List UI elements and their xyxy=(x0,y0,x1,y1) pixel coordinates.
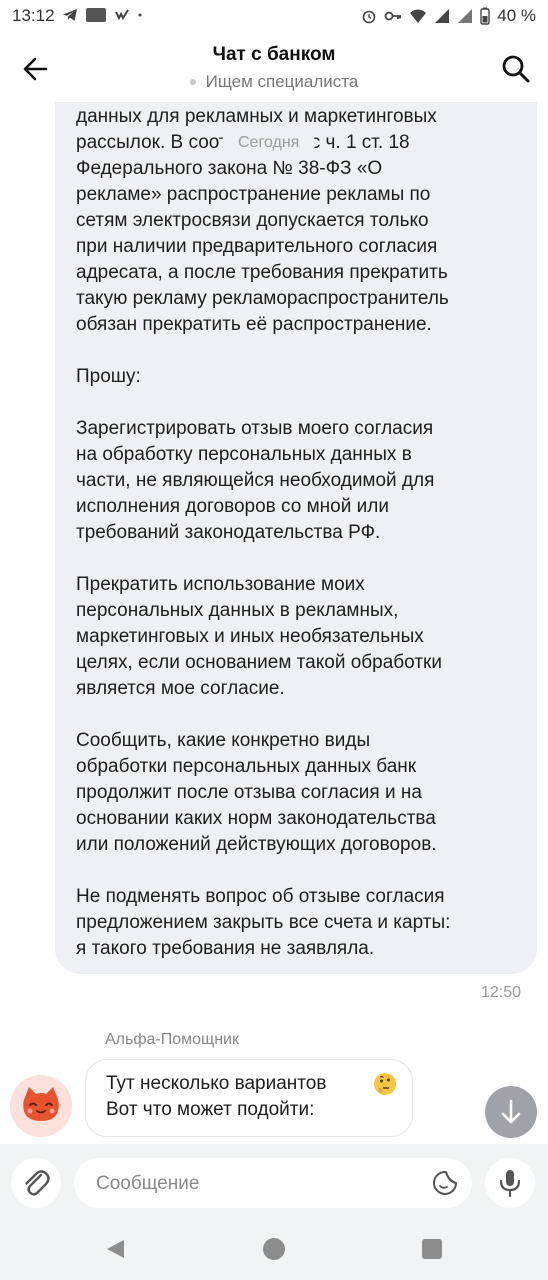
notification-icons xyxy=(62,7,146,23)
microphone-icon xyxy=(499,1170,521,1198)
sender-name: Альфа-Помощник xyxy=(105,1031,239,1048)
search-icon[interactable] xyxy=(500,53,532,85)
message-composer xyxy=(0,1144,548,1216)
wifi-icon xyxy=(410,9,427,23)
system-nav-bar xyxy=(0,1216,548,1280)
signal-icon xyxy=(458,9,473,23)
chat-header: Чат с банком Ищем специалиста xyxy=(0,32,548,102)
attach-button[interactable] xyxy=(11,1158,61,1208)
status-bar: 13:12 40 % xyxy=(0,0,548,32)
alarm-icon xyxy=(362,10,376,24)
status-right: 40 % xyxy=(361,6,536,26)
message-time: 12:50 xyxy=(480,984,521,1001)
telegram-icon xyxy=(63,9,77,21)
status-dot xyxy=(189,79,196,85)
message-input-wrapper xyxy=(74,1158,472,1210)
date-divider: Сегодня xyxy=(222,132,316,154)
message-input[interactable] xyxy=(94,1158,418,1210)
chat-messages[interactable]: данных для рекламных и маркетинговых рас… xyxy=(0,102,548,1144)
nav-home-icon[interactable] xyxy=(263,1238,285,1260)
thinking-face-icon xyxy=(374,1073,396,1095)
nav-recent-icon[interactable] xyxy=(422,1239,442,1259)
dot-icon xyxy=(138,13,142,17)
nav-back-icon[interactable] xyxy=(104,1238,126,1260)
sticker-icon[interactable] xyxy=(432,1170,458,1196)
voice-record-button[interactable] xyxy=(485,1158,535,1208)
chat-title-block: Чат с банком Ищем специалиста xyxy=(0,44,548,92)
scroll-down-button[interactable] xyxy=(485,1086,537,1138)
chat-status-text: Ищем специалиста xyxy=(205,72,359,91)
app-badge-icon xyxy=(86,8,106,22)
battery-percent: 40 % xyxy=(497,6,536,25)
status-time: 13:12 xyxy=(12,6,55,25)
incoming-message-line: Тут несколько вариантов Вот что может по… xyxy=(106,1073,327,1120)
paperclip-icon xyxy=(25,1170,50,1196)
battery-icon xyxy=(480,7,490,25)
outgoing-message-text: данных для рекламных и маркетинговых рас… xyxy=(76,106,451,959)
arrow-down-icon xyxy=(501,1099,521,1124)
incoming-message-bubble[interactable]: Тут несколько вариантов Вот что может по… xyxy=(85,1059,413,1137)
signal-icon xyxy=(435,9,450,23)
key-icon xyxy=(384,11,402,21)
incoming-message-text: Тут несколько вариантов Вот что может по… xyxy=(106,1071,326,1123)
chat-title: Чат с банком xyxy=(212,44,336,65)
chat-status: Ищем специалиста xyxy=(0,72,548,92)
cat-avatar-icon xyxy=(10,1075,72,1137)
vk-icon xyxy=(115,9,129,21)
